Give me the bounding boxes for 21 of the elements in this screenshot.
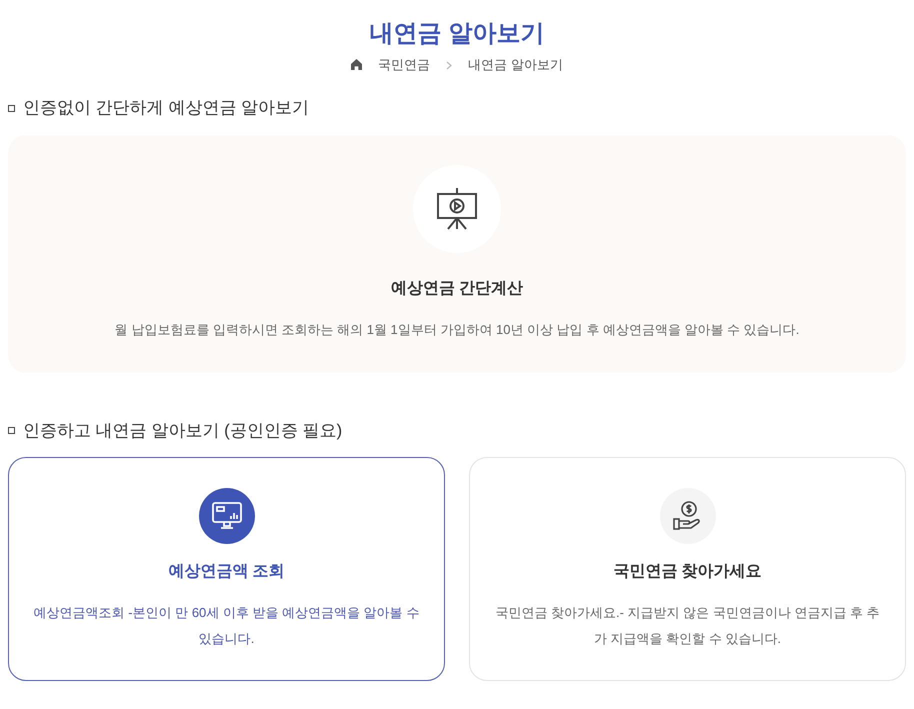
card-description: 국민연금 찾아가세요.- 지급받지 않은 국민연금이나 연금지급 후 추가 지급액을 확인할 수 있습니다.: [494, 604, 881, 648]
section-heading: 인증없이 간단하게 예상연금 알아보기: [23, 98, 310, 119]
presentation-icon: [436, 186, 478, 231]
section-heading: 인증하고 내연금 알아보기 (공인인증 필요): [23, 420, 342, 442]
service-card[interactable]: 국민연금 찾아가세요 국민연금 찾아가세요.- 지급받지 않은 국민연금이나 연금지급 후 추가 지급액을 확인할 수 있습니다.: [469, 457, 906, 682]
bullet-icon: [8, 104, 15, 112]
service-card[interactable]: 예상연금액 조회 예상연금액조회 -본인이 만 60세 이후 받을 예상연금액을 알아볼 수 있습니다.: [8, 457, 445, 682]
breadcrumb-link[interactable]: 국민연금: [378, 54, 430, 74]
page-title: 내연금 알아보기: [370, 20, 544, 49]
card-title: 국민연금 찾아가세요: [612, 562, 763, 582]
breadcrumb-link[interactable]: 내연금 알아보기: [468, 54, 563, 74]
monitor-chart-icon: [212, 502, 242, 530]
card-description: 월 납입보험료를 입력하시면 조회하는 해의 1월 1일부터 가입하여 10년 이상 납입 후 예상연금액을 알아볼 수 있습니다.: [114, 320, 800, 339]
service-card[interactable]: 예상연금 간단계산 월 납입보험료를 입력하시면 조회하는 해의 1월 1일부터 가입하여 10년 이상 납입 후 예상연금액을 알아볼 수 있습니다.: [8, 134, 906, 373]
bullet-icon: [8, 427, 15, 434]
coin-hand-icon: [672, 501, 702, 532]
card-title: 예상연금액 조회: [167, 562, 286, 582]
card-title: 예상연금 간단계산: [390, 278, 524, 299]
card-description: 예상연금액조회 -본인이 만 60세 이후 받을 예상연금액을 알아볼 수 있습니다.: [33, 604, 420, 648]
home-icon[interactable]: [351, 59, 362, 70]
chevron-icon: [446, 60, 452, 70]
